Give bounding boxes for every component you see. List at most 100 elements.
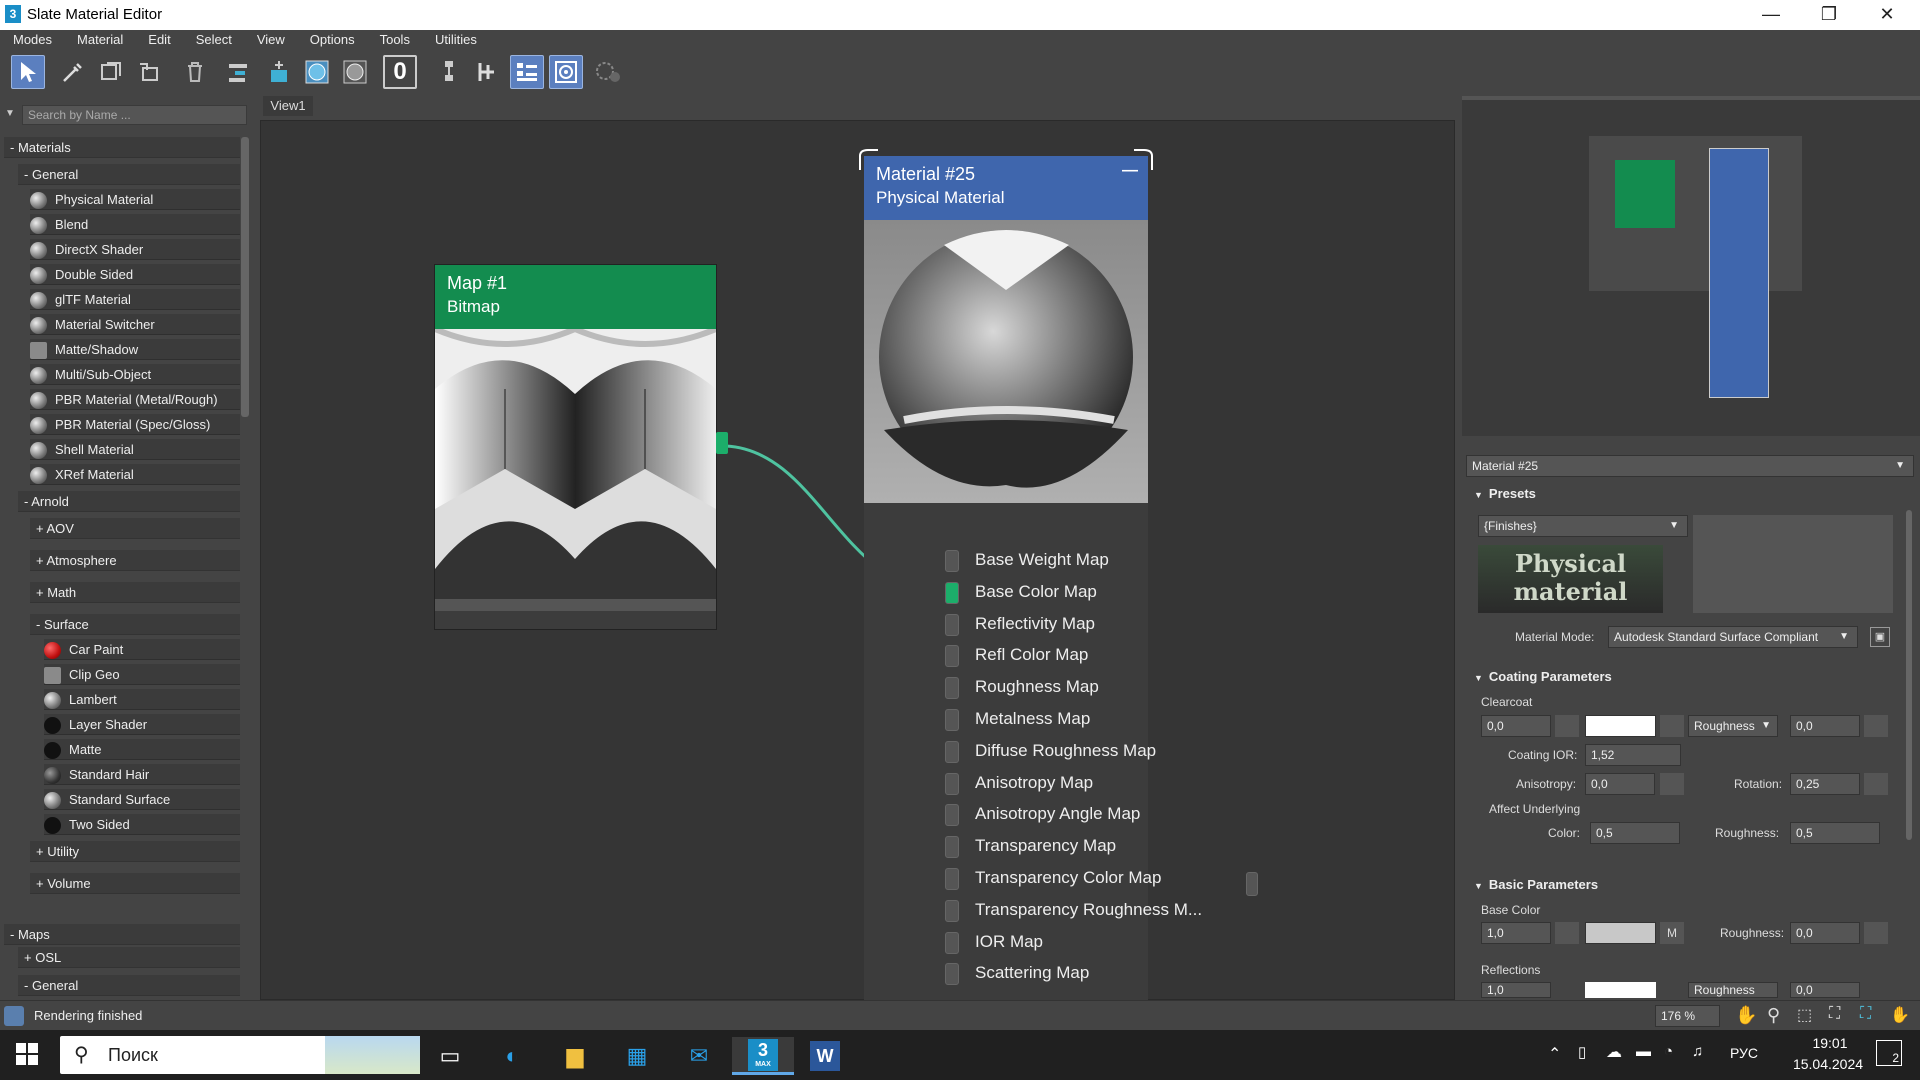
store-icon[interactable]: ▦ — [615, 1037, 659, 1075]
3dsmax-taskbar-button[interactable]: 3 MAX — [732, 1037, 794, 1075]
list-item[interactable]: glTF Material — [30, 289, 240, 310]
material-slot[interactable]: Diffuse Roughness Map — [945, 739, 1245, 765]
reflection-color-swatch[interactable] — [1585, 982, 1656, 998]
list-item[interactable]: Multi/Sub-Object — [30, 364, 240, 385]
anisotropy-spinner[interactable]: 0,0 — [1585, 773, 1655, 795]
taskbar-search[interactable]: ⚲ Поиск — [60, 1036, 420, 1074]
group-osl[interactable]: + OSL — [18, 947, 240, 968]
eyedropper-icon[interactable] — [56, 55, 90, 89]
list-item[interactable]: Material Switcher — [30, 314, 240, 335]
input-socket[interactable] — [945, 772, 959, 795]
show-end-result-icon[interactable] — [432, 55, 466, 89]
list-item[interactable]: Layer Shader — [44, 714, 240, 735]
reflection-roughness-spinner[interactable]: 0,0 — [1790, 982, 1860, 998]
material-slot[interactable]: Reflectivity Map — [945, 612, 1245, 638]
layout-all-icon[interactable] — [510, 55, 544, 89]
group-general[interactable]: - General — [18, 164, 240, 185]
group-surface[interactable]: - Surface — [30, 614, 240, 635]
material-slot[interactable]: Base Weight Map — [945, 548, 1245, 574]
menu-tools[interactable]: Tools — [367, 30, 422, 50]
list-item[interactable]: Blend — [30, 214, 240, 235]
material-slot[interactable]: IOR Map — [945, 930, 1245, 956]
bitmap-node[interactable]: Map #1 Bitmap — [433, 264, 728, 630]
go-to-parent-icon[interactable] — [470, 55, 504, 89]
material-id-icon[interactable]: 0 — [383, 55, 417, 89]
notification-icon[interactable]: 2 — [1876, 1040, 1902, 1066]
tab-view1[interactable]: View1 — [263, 96, 313, 116]
group-aov[interactable]: + AOV — [30, 518, 240, 539]
task-view-icon[interactable]: ▭ — [428, 1037, 472, 1075]
base-roughness-map-button[interactable] — [1864, 922, 1888, 944]
show-shaded-icon[interactable] — [300, 55, 334, 89]
menu-view[interactable]: View — [244, 30, 297, 50]
material-slot[interactable]: Base Color Map — [945, 580, 1245, 606]
file-explorer-icon[interactable]: ▆ — [553, 1037, 597, 1075]
material-output-socket[interactable] — [1246, 872, 1258, 896]
group-math[interactable]: + Math — [30, 582, 240, 603]
group-atmosphere[interactable]: + Atmosphere — [30, 550, 240, 571]
material-name-field[interactable]: Material #25 ▼ — [1466, 455, 1914, 477]
group-maps-general[interactable]: - General — [18, 975, 240, 996]
zoom-extents-icon[interactable]: ⛶ — [1829, 1005, 1840, 1023]
search-input[interactable]: Search by Name ... — [22, 105, 247, 125]
navigator-window[interactable] — [1462, 96, 1920, 436]
clearcoat-map-button[interactable] — [1555, 715, 1579, 737]
input-socket[interactable] — [945, 581, 959, 604]
pan-to-selected-icon[interactable]: ✋ — [1890, 1005, 1910, 1025]
menu-select[interactable]: Select — [183, 30, 244, 50]
close-button[interactable]: ✕ — [1858, 0, 1916, 30]
background-pattern-icon[interactable] — [338, 55, 372, 89]
material-slot[interactable]: Scattering Map — [945, 961, 1245, 987]
input-socket[interactable] — [945, 804, 959, 827]
list-item[interactable]: Two Sided — [44, 814, 240, 835]
input-socket[interactable] — [945, 740, 959, 763]
menu-utilities[interactable]: Utilities — [422, 30, 489, 50]
layout-children-icon[interactable] — [262, 55, 296, 89]
params-scrollbar[interactable] — [1906, 510, 1912, 840]
presets-dropdown[interactable]: {Finishes} ▼ — [1478, 515, 1688, 537]
material-slot[interactable]: Transparency Map — [945, 834, 1245, 860]
list-item[interactable]: Double Sided — [30, 264, 240, 285]
material-map-navigator-icon[interactable] — [549, 55, 583, 89]
menu-edit[interactable]: Edit — [135, 30, 182, 50]
select-tool-icon[interactable] — [11, 55, 45, 89]
list-item[interactable]: Standard Surface — [44, 789, 240, 810]
group-volume[interactable]: + Volume — [30, 873, 240, 894]
menu-modes[interactable]: Modes — [0, 30, 64, 50]
clock-date[interactable]: 15.04.2024 — [1778, 1056, 1878, 1072]
material-slot[interactable]: Transparency Roughness M... — [945, 898, 1245, 924]
list-item[interactable]: Shell Material — [30, 439, 240, 460]
affect-color-spinner[interactable]: 0,5 — [1590, 822, 1680, 844]
coating-ior-spinner[interactable]: 1,52 — [1585, 744, 1681, 766]
material-node-header[interactable]: Material #25 Physical Material — — [864, 156, 1148, 220]
clearcoat-spinner[interactable]: 0,0 — [1481, 715, 1551, 737]
material-slot[interactable]: Roughness Map — [945, 675, 1245, 701]
input-socket[interactable] — [945, 963, 959, 986]
rollout-presets[interactable]: ▼ Presets — [1468, 484, 1908, 504]
input-socket[interactable] — [945, 931, 959, 954]
coat-roughness-spinner[interactable]: 0,0 — [1790, 715, 1860, 737]
input-socket[interactable] — [945, 836, 959, 859]
onedrive-icon[interactable]: ☁ — [1606, 1042, 1622, 1062]
list-item[interactable]: Matte/Shadow — [30, 339, 240, 360]
coat-color-map-button[interactable] — [1660, 715, 1684, 737]
reflection-weight-spinner[interactable]: 1,0 — [1481, 982, 1551, 998]
group-arnold[interactable]: - Arnold — [18, 491, 240, 512]
delete-icon[interactable] — [178, 55, 212, 89]
tray-device-icon[interactable]: ▯ — [1578, 1043, 1586, 1061]
clearcoat-color-swatch[interactable] — [1585, 715, 1656, 737]
base-roughness-spinner[interactable]: 0,0 — [1790, 922, 1860, 944]
input-socket[interactable] — [945, 709, 959, 731]
list-item[interactable]: DirectX Shader — [30, 239, 240, 260]
zoom-icon[interactable]: ⚲ — [1767, 1005, 1780, 1026]
word-icon[interactable]: W — [803, 1037, 847, 1075]
parameter-editor-icon[interactable] — [592, 55, 626, 89]
list-item[interactable]: XRef Material — [30, 464, 240, 485]
rollout-coating[interactable]: ▼ Coating Parameters — [1468, 667, 1908, 687]
bitmap-node-header[interactable]: Map #1 Bitmap — [435, 265, 716, 329]
input-socket[interactable] — [945, 645, 959, 668]
assign-material-icon[interactable] — [133, 55, 167, 89]
material-slot[interactable]: Metalness Map — [945, 707, 1245, 733]
zoom-selected-icon[interactable]: ⛶ — [1860, 1005, 1871, 1023]
base-weight-map-button[interactable] — [1555, 922, 1579, 944]
